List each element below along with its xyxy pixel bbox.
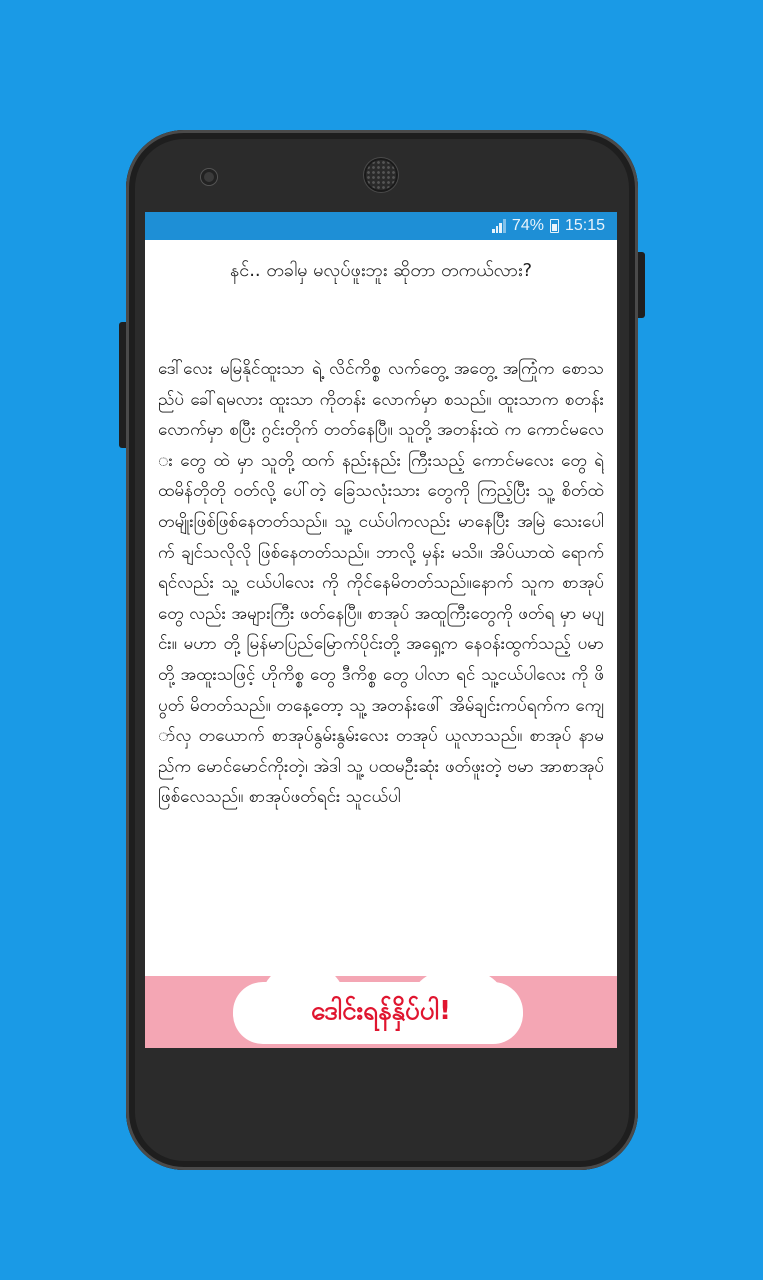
status-bar: 74% 15:15 xyxy=(145,212,617,240)
power-button xyxy=(637,252,645,318)
article-title: နင်.. တခါမှ မလုပ်ဖူးဘူး ဆိုတာ တကယ်လား? xyxy=(229,260,533,281)
ad-download-label[interactable]: ဒေါင်းရန်နှိပ်ပါ! xyxy=(311,993,451,1032)
phone-screen: 74% 15:15 နင်.. တခါမှ မလုပ်ဖူးဘူး ဆိုတာ … xyxy=(145,212,617,1048)
battery-charging-icon xyxy=(549,219,559,233)
front-camera-icon xyxy=(201,169,217,185)
signal-icon xyxy=(491,219,506,233)
download-ad-banner[interactable]: ဒေါင်းရန်နှိပ်ပါ! xyxy=(145,976,617,1048)
article-body[interactable]: ဒေါ်လေး မမြနိုင်ထူးသာ ရဲ့ လိင်ကိစ္စ လက်တ… xyxy=(158,354,604,978)
earpiece-speaker-icon xyxy=(366,160,396,190)
clock: 15:15 xyxy=(564,217,605,234)
battery-percent: 74% xyxy=(511,217,544,234)
